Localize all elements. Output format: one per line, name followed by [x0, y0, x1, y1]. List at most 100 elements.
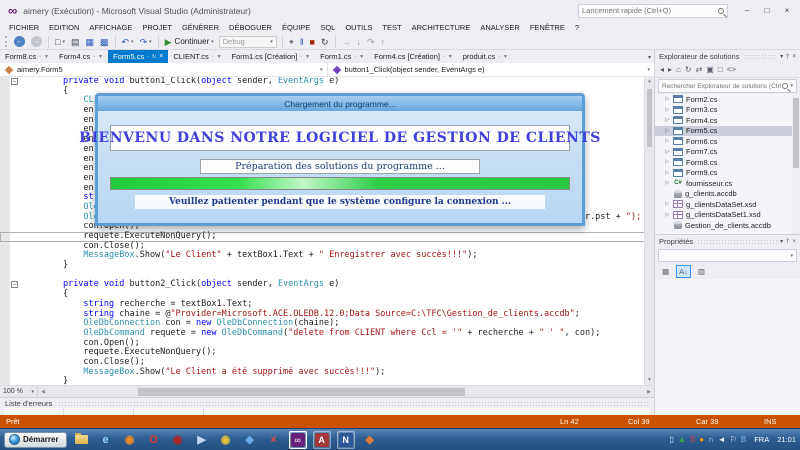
code-line[interactable]: MessageBox.Show("Le Client" + textBox1.T…	[0, 251, 645, 261]
forward-icon[interactable]: ▸	[668, 65, 672, 75]
chevron-right-icon[interactable]: ▷	[665, 159, 673, 165]
tree-scrollbar[interactable]	[792, 94, 800, 234]
fold-minus-icon[interactable]: −	[11, 78, 18, 85]
chevron-down-icon[interactable]: ▾	[780, 53, 783, 60]
pause-button[interactable]: ‖	[298, 35, 306, 48]
restart-button[interactable]: ↻	[319, 35, 331, 48]
chevron-right-icon[interactable]: ▷	[665, 170, 673, 176]
green-app-icon[interactable]: ▲	[678, 435, 686, 445]
show-next-statement-button[interactable]: →	[340, 35, 353, 48]
undo-button[interactable]: ↶▾	[120, 35, 136, 48]
redo-button[interactable]: ↷▾	[138, 35, 154, 48]
solution-explorer-titlebar[interactable]: Explorateur de solutions ▾ † ×	[655, 50, 800, 63]
type-dropdown[interactable]: aimery.Form5 ▾	[0, 63, 328, 76]
menu-fichier[interactable]: FICHIER	[4, 23, 44, 32]
tree-item-g-clientsdataset-xsd[interactable]: ▷g_clientsDataSet.xsd	[655, 199, 800, 210]
scroll-left-icon[interactable]: ◀	[38, 389, 48, 395]
menu-d-boguer[interactable]: DÉBOGUER	[224, 23, 277, 32]
dialog-titlebar[interactable]: Chargement du programme...	[98, 96, 582, 111]
error-list-column[interactable]	[64, 408, 134, 415]
tools-x-icon[interactable]: ×	[265, 431, 283, 449]
quick-launch-input[interactable]	[582, 6, 718, 15]
pin-icon[interactable]: ▼	[359, 54, 364, 60]
close-button[interactable]: ×	[778, 4, 796, 18]
battery-icon[interactable]: ▯	[670, 435, 674, 445]
solution-explorer-search-input[interactable]	[662, 83, 782, 90]
tree-item-form8-cs[interactable]: ▷Form8.cs	[655, 157, 800, 168]
pin-icon[interactable]: †	[786, 54, 789, 60]
tree-item-form7-cs[interactable]: ▷Form7.cs	[655, 147, 800, 158]
navigate-backward-button[interactable]: ←	[12, 35, 27, 48]
stop-button[interactable]: ■	[308, 35, 317, 48]
chevron-right-icon[interactable]: ▷	[665, 117, 673, 123]
menu-quipe[interactable]: ÉQUIPE	[277, 23, 315, 32]
scrollbar-thumb[interactable]	[793, 98, 799, 168]
visual-studio-icon[interactable]: ∞	[289, 431, 307, 449]
menu-outils[interactable]: OUTILS	[340, 23, 377, 32]
start-button[interactable]: Démarrer	[4, 432, 67, 448]
chevron-right-icon[interactable]: ▷	[665, 180, 673, 186]
tree-item-form2-cs[interactable]: ▷Form2.cs	[655, 94, 800, 105]
blue-app-icon[interactable]: ◈	[241, 431, 259, 449]
language-indicator[interactable]: FRA	[754, 435, 769, 444]
tab-form4-cs-cr-ation[interactable]: Form4.cs [Création]▫▼	[369, 50, 458, 63]
pin-icon[interactable]: ▼	[503, 54, 508, 60]
close-tab-icon[interactable]: ×	[159, 53, 163, 60]
access-icon[interactable]: A	[313, 431, 331, 449]
step-out-button[interactable]: ↑	[379, 35, 388, 48]
quick-launch-box[interactable]	[578, 4, 728, 18]
error-list-column[interactable]	[134, 408, 204, 415]
code-line[interactable]: }	[0, 377, 645, 385]
pin-icon[interactable]: ▼	[44, 54, 49, 60]
opera-icon[interactable]: O	[145, 431, 163, 449]
s-app-icon[interactable]: S	[690, 435, 695, 445]
chevron-right-icon[interactable]: ▷	[665, 107, 673, 113]
promote-tab-icon[interactable]: ↻	[152, 54, 156, 60]
internet-explorer-icon[interactable]: e	[97, 431, 115, 449]
maximize-button[interactable]: □	[758, 4, 776, 18]
tab-produit-cs[interactable]: produit.cs▫▼	[458, 50, 513, 63]
menu-architecture[interactable]: ARCHITECTURE	[407, 23, 476, 32]
save-all-button[interactable]: ▩	[98, 35, 111, 48]
continue-button[interactable]: ▶Continuer▾	[163, 35, 216, 48]
search-icon[interactable]	[718, 8, 724, 14]
firefox-icon[interactable]: ◉	[121, 431, 139, 449]
property-pages-icon[interactable]: ▧	[696, 266, 707, 277]
step-over-button[interactable]: ↷	[365, 35, 377, 48]
pin-icon[interactable]: ▼	[98, 54, 103, 60]
step-into-button[interactable]: ↓	[355, 35, 364, 48]
tab-overflow-icon[interactable]: ▾	[648, 54, 651, 61]
categorized-icon[interactable]: ▦	[660, 266, 671, 277]
solution-explorer-search-box[interactable]: ▾	[658, 79, 797, 93]
pin-icon[interactable]: ▼	[305, 54, 310, 60]
menu-sql[interactable]: SQL	[315, 23, 340, 32]
tree-item-form6-cs[interactable]: ▷Form6.cs	[655, 136, 800, 147]
menu-fen-tre[interactable]: FENÊTRE	[525, 23, 570, 32]
media-player-icon[interactable]: ▶	[193, 431, 211, 449]
headset-icon[interactable]: ∩	[708, 435, 714, 445]
new-item-button[interactable]: □▾	[53, 35, 67, 48]
menu-edition[interactable]: EDITION	[44, 23, 84, 32]
member-dropdown[interactable]: button1_Click(object sender, EventArgs e…	[328, 63, 655, 76]
refresh-icon[interactable]: ↻	[685, 65, 692, 75]
error-list-title-row[interactable]: Liste d'erreurs	[0, 398, 654, 408]
chevron-right-icon[interactable]: ▷	[665, 128, 673, 134]
windows-explorer-icon[interactable]	[73, 431, 91, 449]
code-line[interactable]: − private void button1_Click(object send…	[0, 77, 645, 87]
pin-icon[interactable]: ▼	[448, 54, 453, 60]
menu-help[interactable]: ?	[570, 23, 584, 32]
tree-item-form4-cs[interactable]: ▷Form4.cs	[655, 115, 800, 126]
tree-item-form3-cs[interactable]: ▷Form3.cs	[655, 105, 800, 116]
chevron-right-icon[interactable]: ▷	[665, 149, 673, 155]
chevron-down-icon[interactable]: ▾	[320, 67, 323, 73]
save-button[interactable]: ▦	[83, 35, 96, 48]
tree-item-fournisseur-cs[interactable]: ▷C#fournisseur.cs	[655, 178, 800, 189]
alphabetical-icon[interactable]: A↓	[676, 265, 691, 278]
tab-form8-cs[interactable]: Form8.cs▫▼	[0, 50, 54, 63]
horizontal-scrollbar[interactable]	[49, 388, 643, 396]
bluetooth-icon[interactable]: B	[741, 435, 746, 445]
word-icon[interactable]: N	[337, 431, 355, 449]
chevron-right-icon[interactable]: ▷	[665, 212, 673, 218]
open-file-button[interactable]: ▤	[69, 35, 82, 48]
scroll-down-icon[interactable]: ▼	[645, 376, 654, 385]
